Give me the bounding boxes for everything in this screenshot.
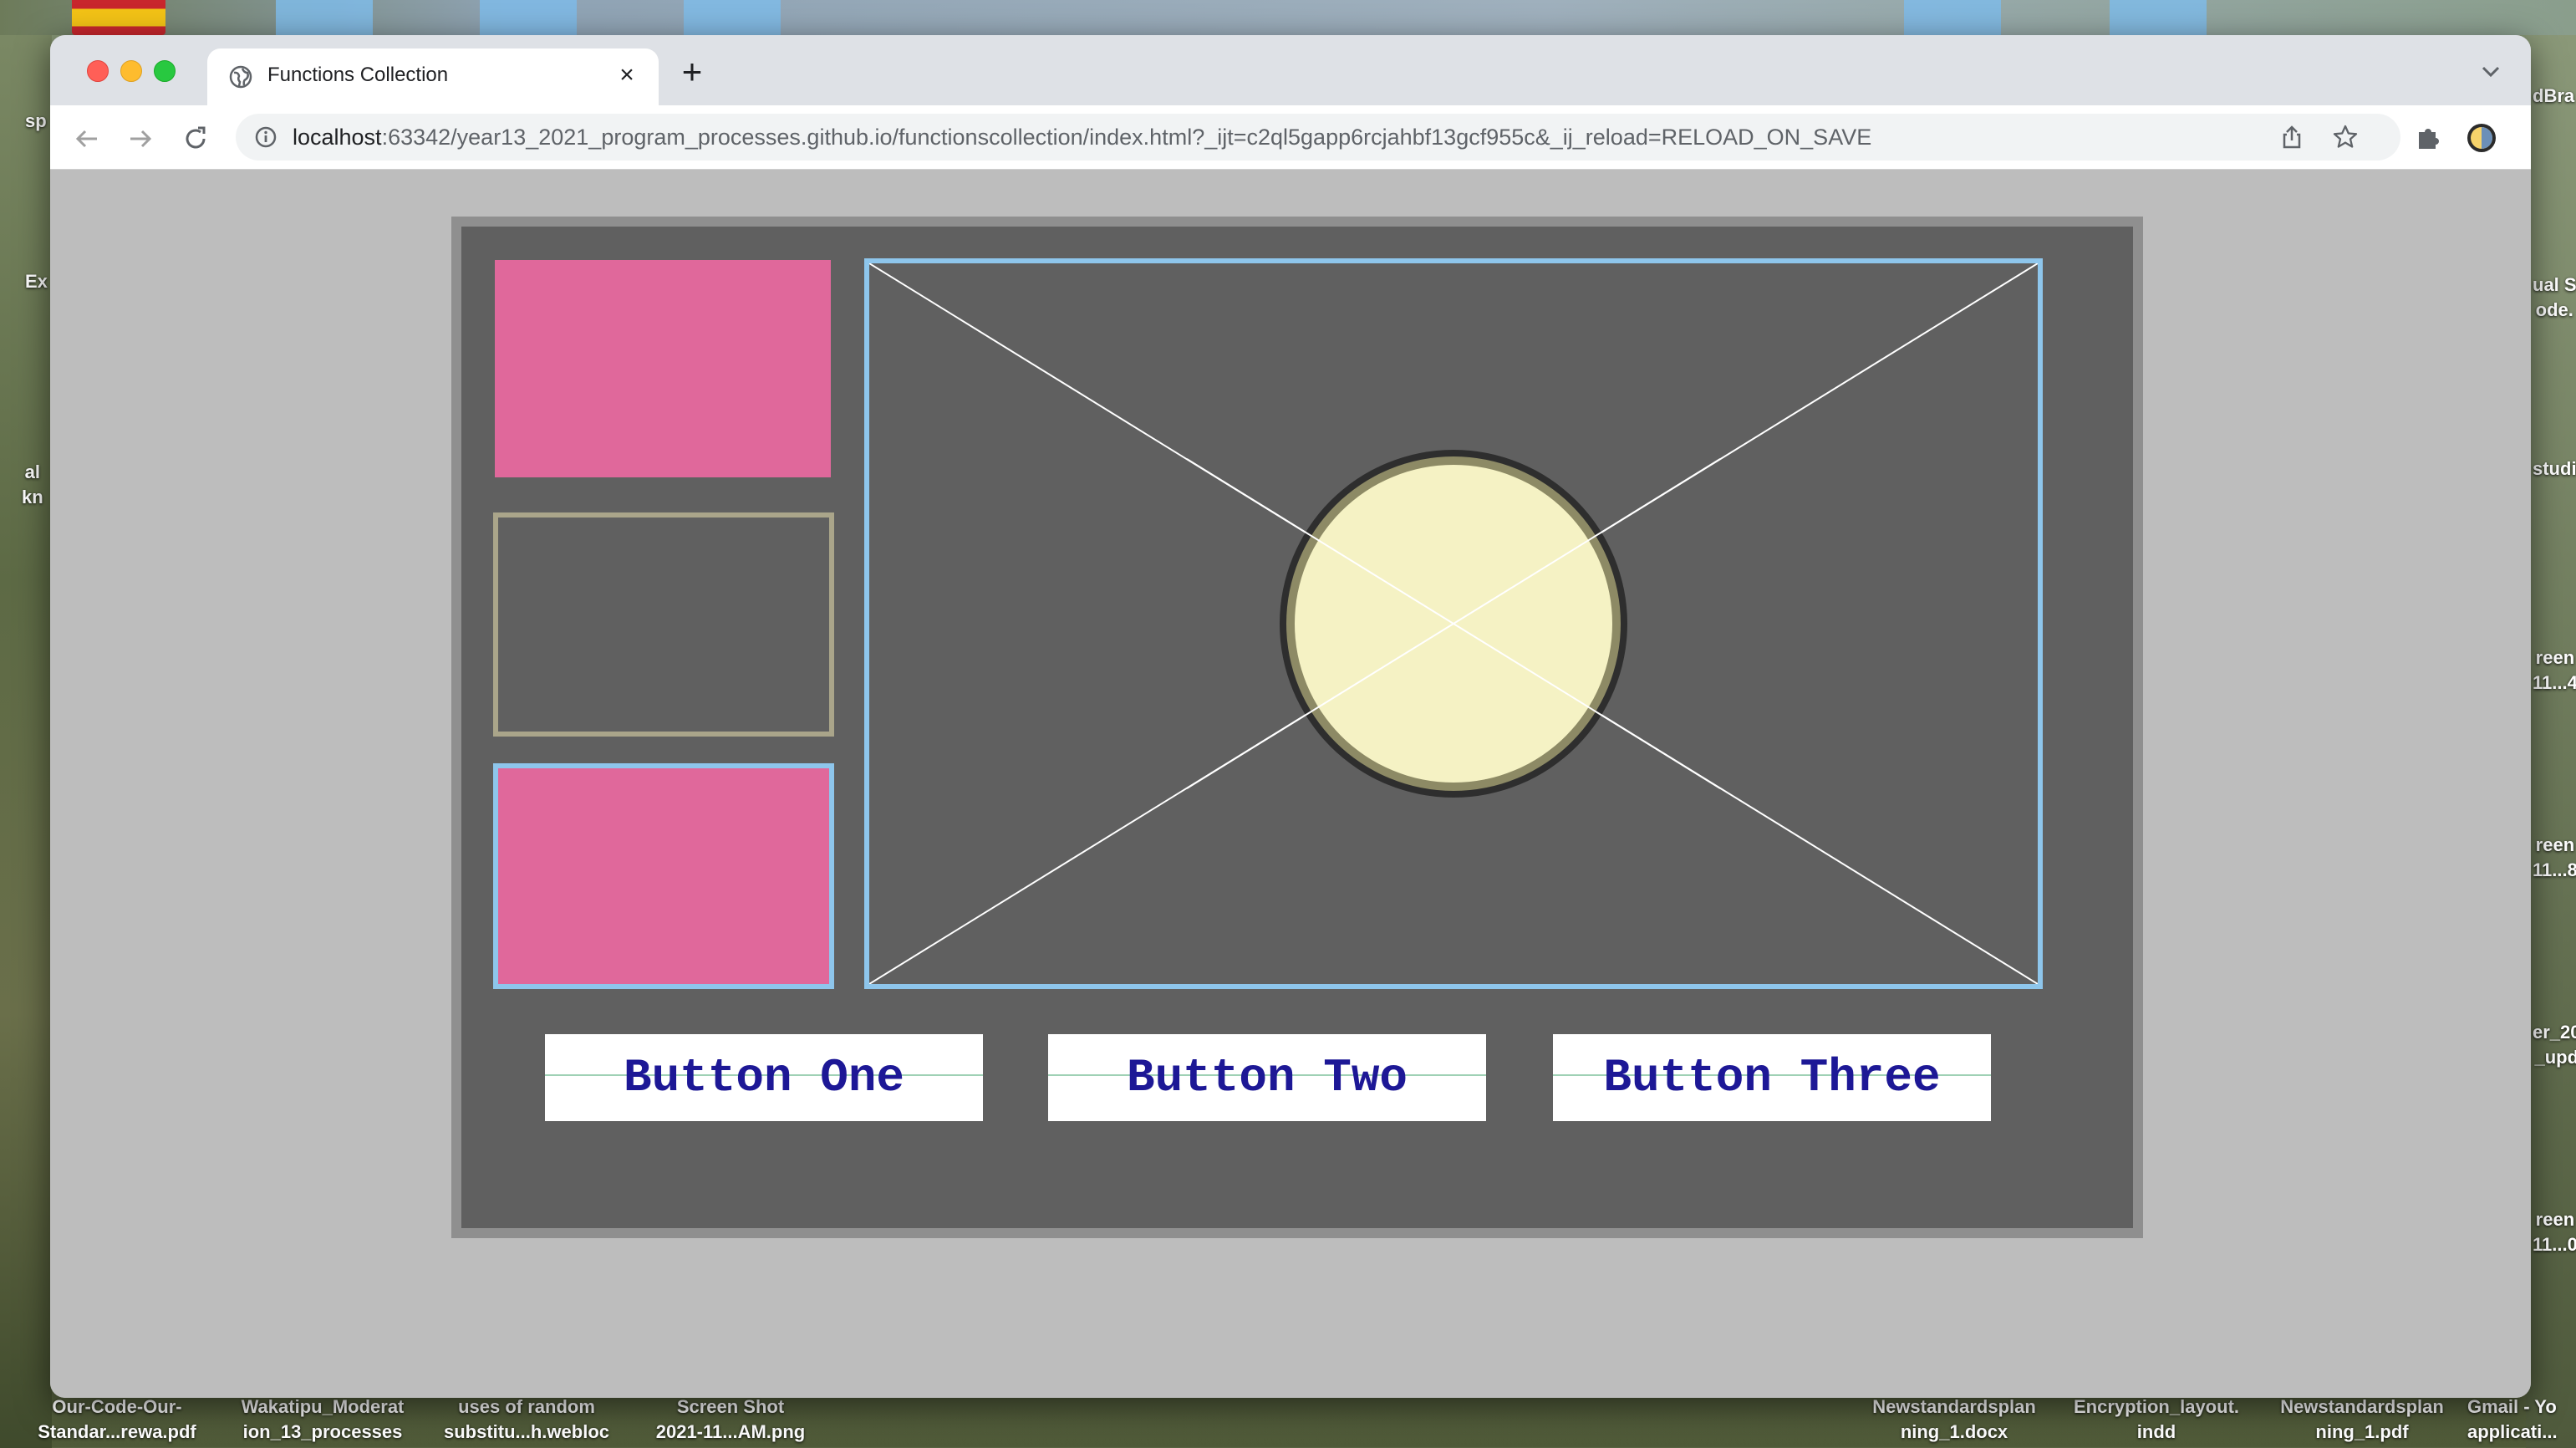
browser-toolbar: localhost:63342/year13_2021_program_proc… xyxy=(50,105,2531,170)
tab-functions-collection[interactable]: Functions Collection × xyxy=(207,48,659,105)
desktop-file-label[interactable]: Screen Shot 2021-11...AM.png xyxy=(634,1394,827,1445)
info-icon[interactable] xyxy=(254,125,277,149)
button-three-label: Button Three xyxy=(1603,1051,1941,1104)
browser-window: Functions Collection × + localhost:63342… xyxy=(50,35,2531,1398)
address-bar[interactable]: localhost:63342/year13_2021_program_proc… xyxy=(236,114,2400,161)
url-text[interactable]: localhost:63342/year13_2021_program_proc… xyxy=(293,125,1871,150)
main-panel: Button One Button Two Button Three xyxy=(451,217,2143,1238)
button-one-label: Button One xyxy=(623,1051,905,1104)
chevron-down-icon[interactable] xyxy=(2476,57,2506,87)
close-window-button[interactable] xyxy=(87,60,109,82)
desktop-file-label[interactable]: reen 11...0 xyxy=(2533,1207,2576,1257)
desktop-file-label[interactable]: Our-Code-Our- Standar...rewa.pdf xyxy=(20,1394,214,1445)
bookmark-star-icon[interactable] xyxy=(2332,124,2359,150)
desktop-file-label[interactable]: Newstandardsplan ning_1.docx xyxy=(1854,1394,2054,1445)
desktop-file-label[interactable]: al kn xyxy=(22,460,43,510)
button-three[interactable]: Button Three xyxy=(1553,1034,1991,1121)
desktop-file-label[interactable]: ual S ode. xyxy=(2533,273,2576,323)
desktop-file-label[interactable]: reen 11...8 xyxy=(2533,833,2576,883)
desktop-file-label[interactable]: sp xyxy=(25,109,47,134)
canvas-drawing xyxy=(869,263,2038,984)
url-host: localhost xyxy=(293,125,382,150)
close-tab-icon[interactable]: × xyxy=(612,60,642,90)
more-options-icon[interactable] xyxy=(2519,122,2531,154)
folder-icon[interactable] xyxy=(276,0,373,35)
desktop-file-label[interactable]: Encryption_layout. indd xyxy=(2058,1394,2255,1445)
reload-icon[interactable] xyxy=(179,122,212,156)
desktop-file-label[interactable]: Wakatipu_Moderat ion_13_processes xyxy=(222,1394,423,1445)
page-viewport: Button One Button Two Button Three xyxy=(50,170,2531,1398)
desktop-top-strip xyxy=(0,0,2576,35)
folder-icon[interactable] xyxy=(480,0,577,35)
folder-icon[interactable] xyxy=(684,0,781,35)
extensions-puzzle-icon[interactable] xyxy=(2412,122,2444,154)
new-tab-icon[interactable]: + xyxy=(675,54,709,89)
drawing-canvas xyxy=(864,258,2043,989)
button-two-label: Button Two xyxy=(1126,1051,1408,1104)
desktop-file-label[interactable]: dBra xyxy=(2533,84,2574,109)
tab-title: Functions Collection xyxy=(267,64,449,86)
desktop-file-label[interactable]: reen 11...4 xyxy=(2533,645,2576,696)
desktop-file-label[interactable]: Newstandardsplan ning_1.pdf xyxy=(2262,1394,2462,1445)
button-one[interactable]: Button One xyxy=(545,1034,983,1121)
fullscreen-window-button[interactable] xyxy=(154,60,176,82)
desktop-file-label[interactable]: studi xyxy=(2533,456,2576,482)
back-arrow-icon[interactable] xyxy=(70,122,104,156)
share-icon[interactable] xyxy=(2278,124,2305,150)
forward-arrow-icon[interactable] xyxy=(124,122,157,156)
folder-icon[interactable] xyxy=(2110,0,2207,35)
pink-box-top xyxy=(495,260,831,477)
minimize-window-button[interactable] xyxy=(120,60,142,82)
spain-flag-icon[interactable] xyxy=(72,0,165,35)
desktop-background-left xyxy=(0,0,52,1448)
desktop-file-label[interactable]: uses of random substitu...h.webloc xyxy=(428,1394,625,1445)
button-two[interactable]: Button Two xyxy=(1048,1034,1486,1121)
globe-icon xyxy=(229,65,252,89)
desktop-file-label[interactable]: Gmail - Yo applicati... xyxy=(2467,1394,2574,1445)
tab-bar: Functions Collection × + xyxy=(50,35,2531,105)
folder-icon[interactable] xyxy=(1904,0,2001,35)
outlined-box-middle xyxy=(493,512,834,737)
desktop-file-label[interactable]: er_20 _upd xyxy=(2533,1020,2576,1070)
desktop-file-label[interactable]: Ex xyxy=(25,269,48,294)
profile-avatar-icon[interactable] xyxy=(2466,122,2497,154)
pink-box-bottom xyxy=(493,763,834,989)
url-path: :63342/year13_2021_program_processes.git… xyxy=(381,125,1872,150)
